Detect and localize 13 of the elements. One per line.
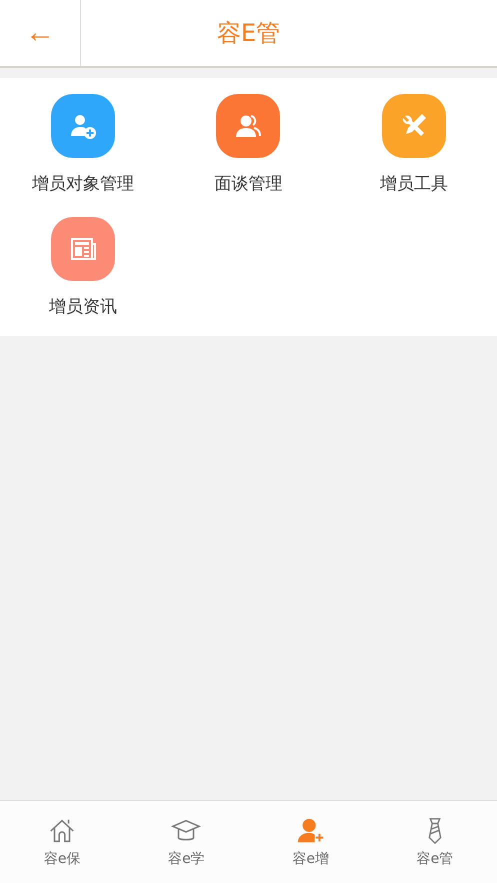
tab[interactable]: 容e保 <box>0 801 124 883</box>
menu-item[interactable]: 面谈管理 <box>166 94 332 195</box>
page-title: 容E管 <box>216 18 282 49</box>
tab[interactable]: 容e增 <box>248 801 373 883</box>
tab[interactable]: 容e管 <box>372 801 497 883</box>
menu-label: 增员工具 <box>380 173 448 195</box>
menu-item[interactable]: 增员资讯 <box>0 217 166 318</box>
menu-label: 增员对象管理 <box>32 173 134 195</box>
tab[interactable]: 容e学 <box>124 801 248 883</box>
menu-item[interactable]: 增员对象管理 <box>0 94 166 195</box>
menu-item[interactable]: 增员工具 <box>331 94 497 195</box>
menu-label: 面谈管理 <box>214 173 282 195</box>
menu-label: 增员资讯 <box>48 296 117 318</box>
